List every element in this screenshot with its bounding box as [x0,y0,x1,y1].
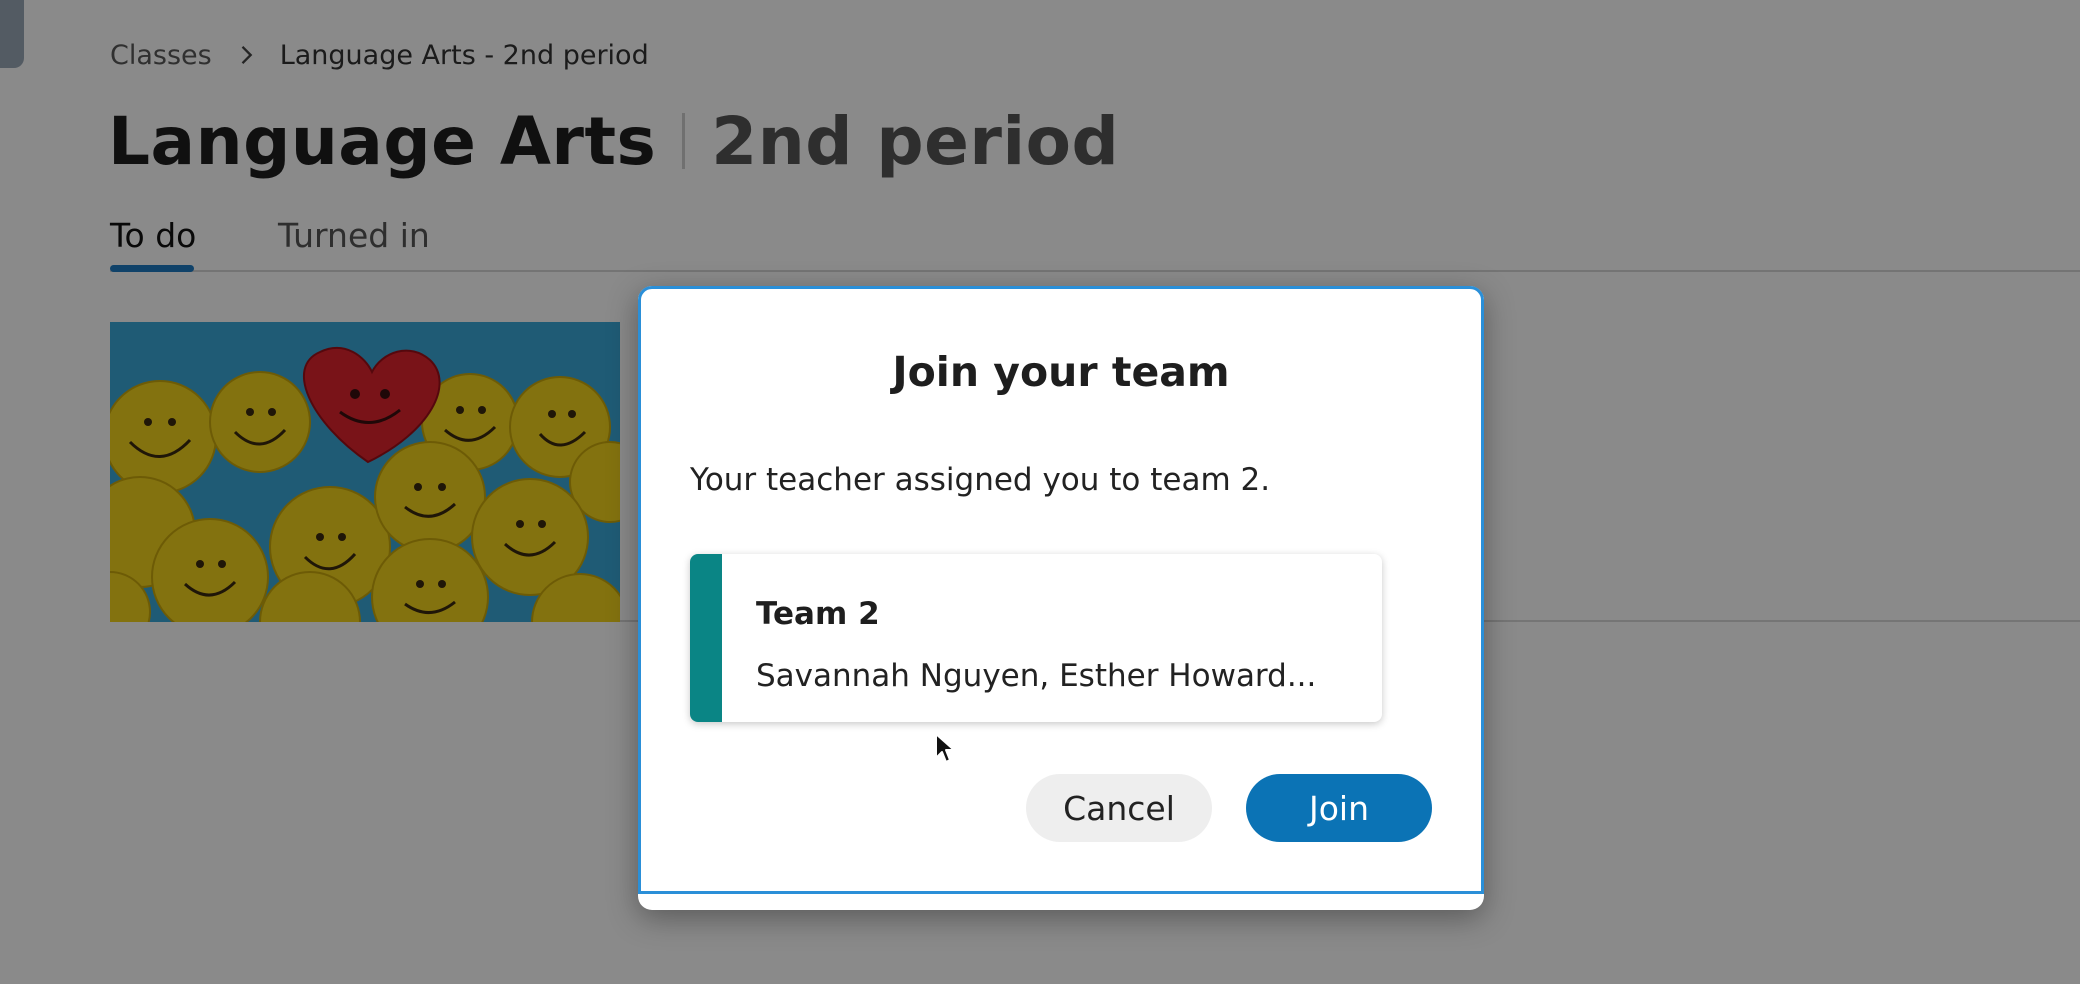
dialog-message: Your teacher assigned you to team 2. [690,462,1271,498]
join-team-dialog: Join your team Your teacher assigned you… [638,286,1484,910]
cancel-button[interactable]: Cancel [1026,774,1212,842]
mouse-pointer-icon [935,733,955,763]
team-color-stripe [690,554,722,722]
team-card: Team 2 Savannah Nguyen, Esther Howard... [690,554,1382,722]
dialog-title: Join your team [892,348,1230,396]
team-name: Team 2 [756,596,880,632]
team-members: Savannah Nguyen, Esther Howard... [756,658,1317,694]
join-button[interactable]: Join [1246,774,1432,842]
